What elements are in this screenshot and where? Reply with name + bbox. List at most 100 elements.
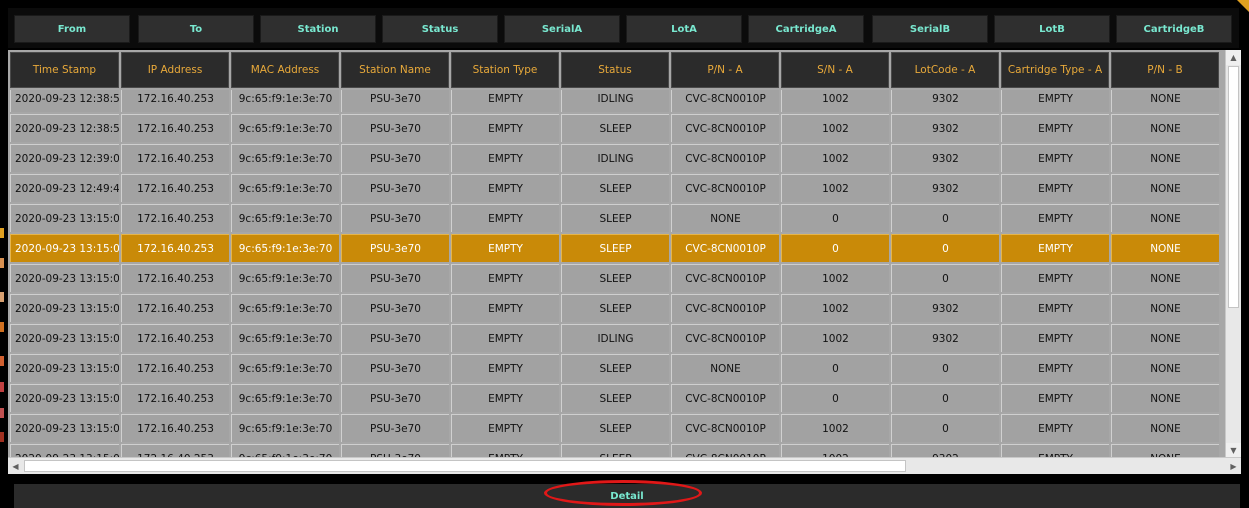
table-cell: CVC-8CN0010P <box>671 174 779 202</box>
table-cell: 0 <box>891 204 999 232</box>
scroll-down-icon[interactable]: ▼ <box>1226 443 1241 458</box>
table-cell: EMPTY <box>1001 294 1109 322</box>
column-header[interactable]: Cartridge Type - A <box>1001 52 1109 88</box>
table-cell: 9c:65:f9:1e:3e:70 <box>231 414 339 442</box>
table-row[interactable]: 2020-09-23 13:15:01 172.16.40.253 9c:65:f9… <box>10 264 1221 292</box>
filter-status-button[interactable]: Status <box>382 15 498 43</box>
table-cell: 9302 <box>891 174 999 202</box>
table-cell: 0 <box>781 384 889 412</box>
table-cell: SLEEP <box>561 354 669 382</box>
table-cell: SLEEP <box>561 114 669 142</box>
table-cell: CVC-8CN0010P <box>671 264 779 292</box>
table-cell: PSU-3e70 <box>341 384 449 412</box>
table-cell: NONE <box>1111 414 1219 442</box>
scroll-right-icon[interactable]: ▶ <box>1226 458 1241 474</box>
horizontal-scrollbar[interactable]: ◀ ▶ <box>8 457 1241 474</box>
vertical-scroll-thumb[interactable] <box>1228 66 1239 308</box>
table-cell: EMPTY <box>451 264 559 292</box>
table-cell: NONE <box>1111 144 1219 172</box>
table-cell: 172.16.40.253 <box>121 324 229 352</box>
filter-from-button[interactable]: From <box>14 15 130 43</box>
corner-marker <box>1237 0 1249 12</box>
table-row[interactable]: 2020-09-23 13:15:09172.16.40.2539c:65:f9… <box>10 414 1221 442</box>
table-cell: 2020-09-23 13:15:01 <box>10 264 119 292</box>
filter-seriala-button[interactable]: SerialA <box>504 15 620 43</box>
table-cell: NONE <box>1111 324 1219 352</box>
table-cell: NONE <box>1111 354 1219 382</box>
table-cell: NONE <box>671 204 779 232</box>
table-cell: 0 <box>891 414 999 442</box>
table-cell: EMPTY <box>1001 204 1109 232</box>
horizontal-scroll-thumb[interactable] <box>24 460 906 472</box>
table-cell: 172.16.40.253 <box>121 354 229 382</box>
column-header[interactable]: S/N - A <box>781 52 889 88</box>
column-header[interactable]: MAC Address <box>231 52 339 88</box>
table-cell: 2020-09-23 13:15:09 <box>10 414 119 442</box>
column-header[interactable]: Station Name <box>341 52 449 88</box>
table-row[interactable]: 2020-09-23 12:38:54 172.16.40.253 9c:65:f9… <box>10 114 1221 142</box>
table-cell: SLEEP <box>561 444 669 458</box>
table-cell: CVC-8CN0010P <box>671 114 779 142</box>
table-cell: NONE <box>1111 384 1219 412</box>
filter-lotb-button[interactable]: LotB <box>994 15 1110 43</box>
table-cell: PSU-3e70 <box>341 294 449 322</box>
table-cell: 9c:65:f9:1e:3e:70 <box>231 114 339 142</box>
filter-lota-button[interactable]: LotA <box>626 15 742 43</box>
table-row[interactable]: 2020-09-23 12:39:03 172.16.40.253 9c:65:f9… <box>10 144 1221 172</box>
detail-bar: Detail <box>14 480 1240 508</box>
table-cell: 9302 <box>891 144 999 172</box>
column-header[interactable]: LotCode - A <box>891 52 999 88</box>
table-header: Time Stamp IP Address MAC Address Station N… <box>10 52 1221 90</box>
table-row-selected[interactable]: 2020-09-23 13:15:01 172.16.40.253 9c:65:f9… <box>10 234 1221 262</box>
table-cell: EMPTY <box>1001 264 1109 292</box>
table-row[interactable]: 2020-09-23 13:15:08 172.16.40.253 9c:65:f9… <box>10 354 1221 382</box>
log-table: Time Stamp IP Address MAC Address Station N… <box>8 50 1241 474</box>
table-row[interactable]: 2020-09-23 13:15:02 172.16.40.253 9c:65:f9… <box>10 324 1221 352</box>
table-cell: SLEEP <box>561 264 669 292</box>
edge-stripe <box>0 408 4 418</box>
column-header[interactable]: P/N - B <box>1111 52 1219 88</box>
table-cell: 9c:65:f9:1e:3e:70 <box>231 264 339 292</box>
column-header[interactable]: P/N - A <box>671 52 779 88</box>
column-header[interactable]: Status <box>561 52 669 88</box>
table-cell: PSU-3e70 <box>341 114 449 142</box>
table-cell: EMPTY <box>451 204 559 232</box>
table-row[interactable]: 2020-09-23 13:15:00 172.16.40.253 9c:65:f9… <box>10 204 1221 232</box>
table-row[interactable]: 2020-09-23 13:15:09172.16.40.2539c:65:f9… <box>10 444 1221 458</box>
filter-to-button[interactable]: To <box>138 15 254 43</box>
table-cell: 1002 <box>781 114 889 142</box>
table-cell: 2020-09-23 13:15:01 <box>10 294 119 322</box>
table-cell: CVC-8CN0010P <box>671 414 779 442</box>
filter-serialb-button[interactable]: SerialB <box>872 15 988 43</box>
table-cell: CVC-8CN0010P <box>671 234 779 262</box>
column-header[interactable]: IP Address <box>121 52 229 88</box>
table-row[interactable]: 2020-09-23 12:49:45 172.16.40.253 9c:65:f9… <box>10 174 1221 202</box>
filter-cartridgeb-button[interactable]: CartridgeB <box>1116 15 1232 43</box>
table-cell: 2020-09-23 13:15:00 <box>10 204 119 232</box>
table-cell: 9302 <box>891 324 999 352</box>
table-cell: NONE <box>1111 444 1219 458</box>
table-cell: 172.16.40.253 <box>121 294 229 322</box>
edge-stripe <box>0 292 4 302</box>
table-cell: 2020-09-23 13:15:08 <box>10 384 119 412</box>
vertical-scrollbar[interactable]: ▲ ▼ <box>1225 50 1241 458</box>
table-cell: EMPTY <box>1001 114 1109 142</box>
column-header[interactable]: Station Type <box>451 52 559 88</box>
table-cell: PSU-3e70 <box>341 444 449 458</box>
edge-stripe <box>0 356 4 366</box>
table-cell: EMPTY <box>1001 354 1109 382</box>
table-row[interactable]: 2020-09-23 13:15:01 172.16.40.253 9c:65:f9… <box>10 294 1221 322</box>
table-cell: NONE <box>1111 204 1219 232</box>
table-row[interactable]: 2020-09-23 13:15:08 172.16.40.253 9c:65:f9… <box>10 384 1221 412</box>
table-cell: NONE <box>1111 114 1219 142</box>
scroll-up-icon[interactable]: ▲ <box>1226 50 1241 65</box>
filter-station-button[interactable]: Station <box>260 15 376 43</box>
table-cell: CVC-8CN0010P <box>671 384 779 412</box>
table-cell: 1002 <box>781 444 889 458</box>
scroll-left-icon[interactable]: ◀ <box>8 458 23 474</box>
column-header[interactable]: Time Stamp <box>10 52 119 88</box>
table-cell: EMPTY <box>1001 384 1109 412</box>
filter-cartridgea-button[interactable]: CartridgeA <box>748 15 864 43</box>
table-row[interactable]: 2020-09-23 12:38:52 172.16.40.253 9c:65:f9… <box>10 90 1221 112</box>
table-cell: 172.16.40.253 <box>121 264 229 292</box>
